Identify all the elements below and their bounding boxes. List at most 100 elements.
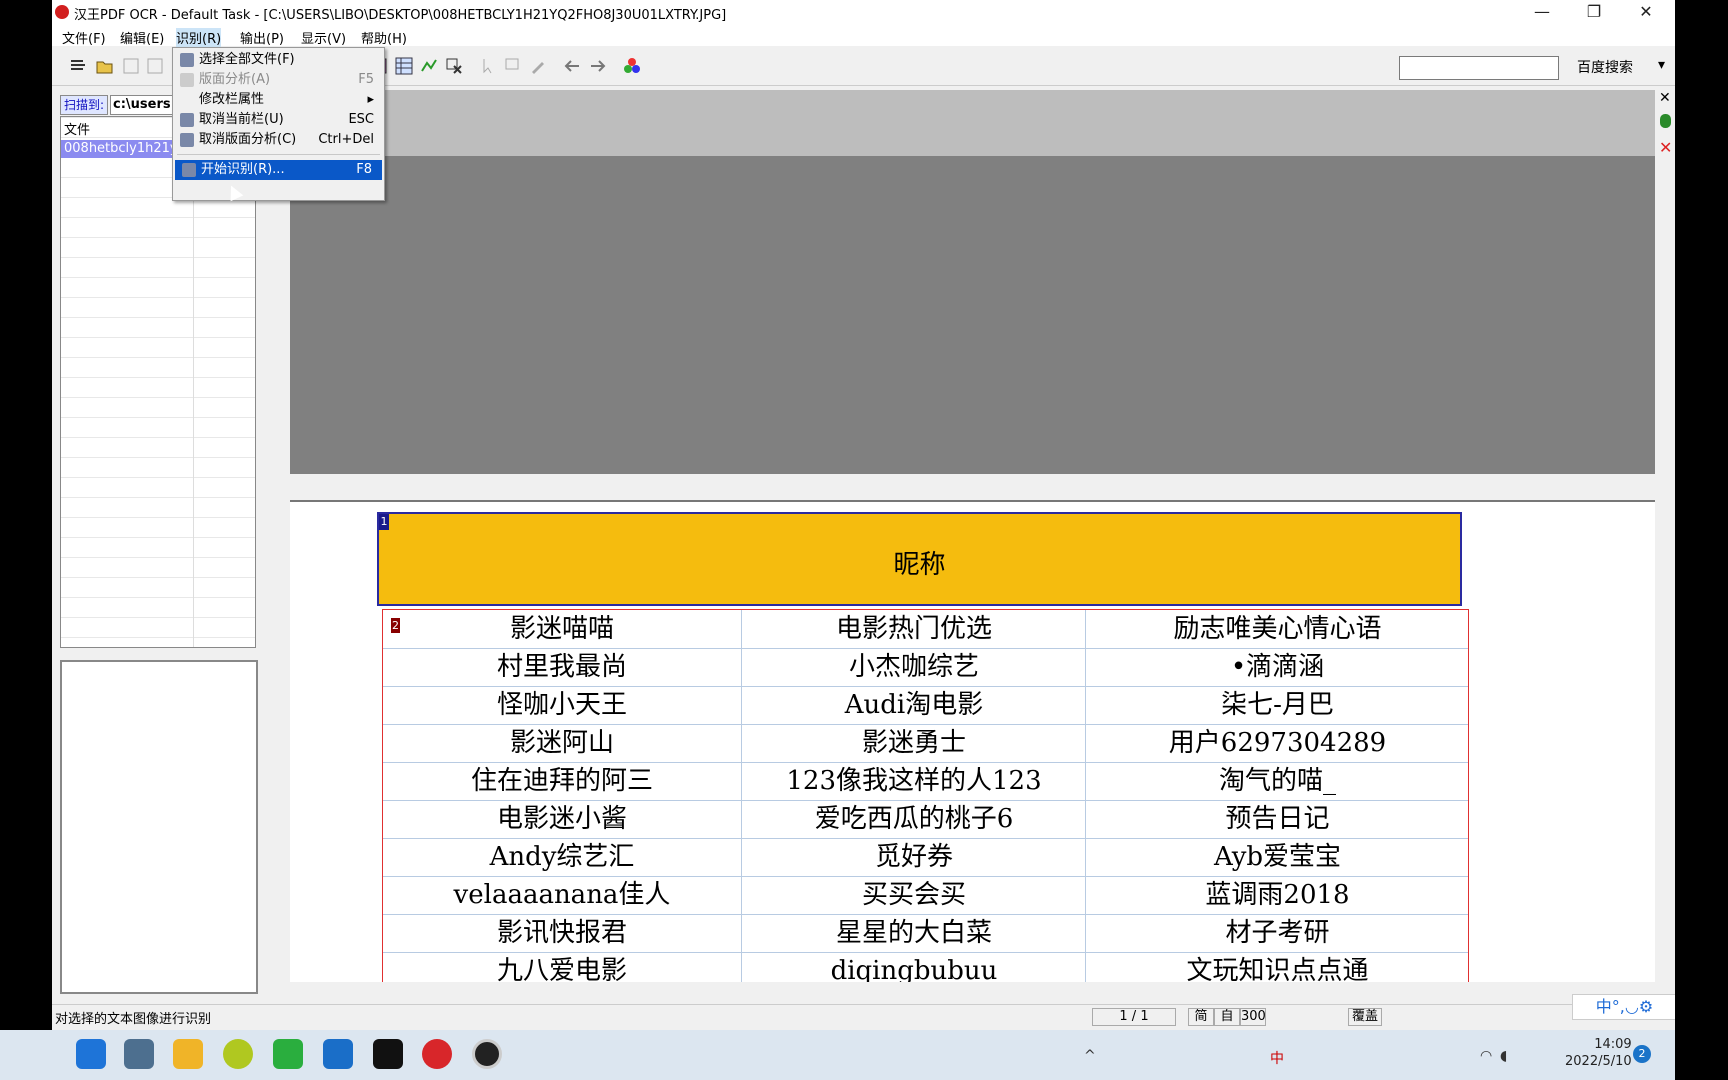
select-all-icon xyxy=(180,53,194,67)
delete-region-icon[interactable] xyxy=(445,57,463,75)
wifi-icon[interactable]: ◠ xyxy=(1480,1048,1492,1064)
table-row: 电影迷小酱 爱吃西瓜的桃子6 预告日记 xyxy=(383,800,1468,839)
table-cell[interactable]: 觅好券 xyxy=(741,838,1086,876)
search-dropdown-arrow[interactable]: ▾ xyxy=(1658,57,1665,73)
menu-output[interactable]: 输出(P) xyxy=(240,28,284,47)
tray-expand-icon[interactable]: ^ xyxy=(1084,1048,1096,1064)
table-cell[interactable]: 星星的大白菜 xyxy=(741,914,1086,952)
scan-icon[interactable] xyxy=(69,57,87,75)
file-explorer-icon[interactable] xyxy=(173,1039,203,1069)
table-cell[interactable]: 材子考研 xyxy=(1085,914,1469,952)
delete-icon[interactable]: ✕ xyxy=(1659,138,1672,157)
region-number-1: 1 xyxy=(379,514,389,530)
menu-item-label: 修改栏属性 xyxy=(199,92,265,107)
capcut-icon[interactable] xyxy=(373,1039,403,1069)
menu-view[interactable]: 显示(V) xyxy=(301,28,346,47)
table-cell[interactable]: 用户6297304289 xyxy=(1085,724,1469,762)
pointer-icon[interactable] xyxy=(479,57,497,75)
menu-help[interactable]: 帮助(H) xyxy=(361,28,407,47)
split-icon[interactable] xyxy=(146,57,164,75)
table-cell[interactable]: 影迷喵喵 xyxy=(383,610,741,648)
table-cell[interactable]: 柒七-月巴 xyxy=(1085,686,1469,724)
menu-separator xyxy=(177,154,380,155)
store-icon[interactable] xyxy=(323,1039,353,1069)
menu-item-2[interactable]: 修改栏属性 ▸ xyxy=(173,90,384,110)
menu-recognize[interactable]: 识别(R) xyxy=(176,28,222,47)
start-icon[interactable] xyxy=(76,1039,106,1069)
menu-item-5[interactable]: 开始识别(R)... F8 xyxy=(175,160,382,180)
table-cell[interactable]: 小杰咖综艺 xyxy=(741,648,1086,686)
menu-item-1[interactable]: 版面分析(A) F5 xyxy=(173,70,384,90)
app-logo-icon xyxy=(55,5,69,19)
image-view-horizontal-scrollbar[interactable] xyxy=(290,474,1655,492)
minimize-button[interactable]: — xyxy=(1519,0,1565,24)
header-region[interactable]: 1 昵称 xyxy=(377,512,1462,606)
table-cell[interactable]: 123像我这样的人123 xyxy=(741,762,1086,800)
restore-button[interactable]: ❐ xyxy=(1571,0,1617,24)
table-cell[interactable]: Andy综艺汇 xyxy=(383,838,741,876)
table-cell[interactable]: 住在迪拜的阿三 xyxy=(383,762,741,800)
menu-edit[interactable]: 编辑(E) xyxy=(120,28,164,47)
table-cell[interactable]: 电影迷小酱 xyxy=(383,800,741,838)
back-arrow-icon[interactable] xyxy=(563,57,581,75)
table-cell[interactable]: velaaaanana佳人 xyxy=(383,876,741,914)
merge-icon[interactable] xyxy=(122,57,140,75)
table-cell[interactable]: 村里我最尚 xyxy=(383,648,741,686)
table-cell[interactable]: Ayb爱莹宝 xyxy=(1085,838,1469,876)
menu-file[interactable]: 文件(F) xyxy=(62,28,106,47)
scan-to-button[interactable]: 扫描到: xyxy=(60,95,108,115)
select-region-icon[interactable] xyxy=(504,57,522,75)
menu-item-shortcut: F5 xyxy=(358,72,374,87)
baidu-search-button[interactable]: 百度搜索 xyxy=(1577,57,1633,77)
menu-item-0[interactable]: 选择全部文件(F) xyxy=(173,50,384,70)
search-input[interactable] xyxy=(1399,56,1559,80)
table-cell[interactable]: 蓝调雨2018 xyxy=(1085,876,1469,914)
table-cell[interactable]: 影迷阿山 xyxy=(383,724,741,762)
color-wheel-icon[interactable] xyxy=(623,57,641,75)
table-row: 住在迪拜的阿三 123像我这样的人123 淘气的喵_ xyxy=(383,762,1468,801)
table-cell[interactable]: 怪咖小天王 xyxy=(383,686,741,724)
open-folder-icon[interactable] xyxy=(96,57,114,75)
table-cell[interactable]: 淘气的喵_ xyxy=(1085,762,1469,800)
image-view-band xyxy=(290,90,1655,156)
menu-item-label: 开始识别(R)... xyxy=(201,162,285,177)
table-cell[interactable]: Audi淘电影 xyxy=(741,686,1086,724)
auto-layout-icon[interactable] xyxy=(420,57,438,75)
system-clock[interactable]: 14:09 2022/5/10 xyxy=(1565,1036,1632,1070)
table-cell[interactable]: 电影热门优选 xyxy=(741,610,1086,648)
table-cell[interactable]: •滴滴涵 xyxy=(1085,648,1469,686)
table-cell[interactable]: 励志唯美心情心语 xyxy=(1085,610,1469,648)
notification-badge[interactable]: 2 xyxy=(1633,1045,1651,1063)
table-cell[interactable]: 买买会买 xyxy=(741,876,1086,914)
table-cell[interactable]: 影迷勇士 xyxy=(741,724,1086,762)
page-indicator: 1 / 1 xyxy=(1092,1008,1176,1026)
table-region-icon[interactable] xyxy=(395,57,413,75)
close-button[interactable]: ✕ xyxy=(1623,0,1669,24)
menu-item-4[interactable]: 取消版面分析(C) Ctrl+Del xyxy=(173,130,384,150)
calculator-icon[interactable] xyxy=(124,1039,154,1069)
pen-icon[interactable] xyxy=(529,57,547,75)
file-list-item[interactable]: 008hetbcly1h21y xyxy=(61,140,184,158)
image-view-vertical-scrollbar[interactable] xyxy=(1655,160,1673,472)
menu-item-3[interactable]: 取消当前栏(U) ESC xyxy=(173,110,384,130)
wechat-icon[interactable] xyxy=(273,1039,303,1069)
file-column-header[interactable]: 文件 xyxy=(64,119,90,138)
document-vertical-scrollbar[interactable] xyxy=(1655,500,1673,981)
table-cell[interactable]: 影讯快报君 xyxy=(383,914,741,952)
browser-icon[interactable] xyxy=(223,1039,253,1069)
table-row: 影迷阿山 影迷勇士 用户6297304289 xyxy=(383,724,1468,763)
forward-arrow-icon[interactable] xyxy=(589,57,607,75)
bookmark-icon[interactable] xyxy=(1660,114,1671,128)
screen-recorder-icon[interactable] xyxy=(472,1039,502,1069)
ime-toolbar[interactable]: 中°,◡⚙ xyxy=(1572,994,1675,1020)
close-panel-icon[interactable]: ✕ xyxy=(1659,90,1671,106)
table-region[interactable]: 2 影迷喵喵 电影热门优选 励志唯美心情心语 村里我最尚 小杰咖综艺 •滴滴涵 怪咖小天王 A… xyxy=(382,609,1469,991)
volume-icon[interactable]: ◖ xyxy=(1500,1048,1507,1064)
table-cell[interactable]: 预告日记 xyxy=(1085,800,1469,838)
cancel-column-icon xyxy=(180,113,194,127)
ime-indicator[interactable]: 中 xyxy=(1270,1048,1284,1068)
header-text: 昵称 xyxy=(893,550,946,580)
table-cell[interactable]: 爱吃西瓜的桃子6 xyxy=(741,800,1086,838)
hanwang-ocr-icon[interactable] xyxy=(422,1039,452,1069)
document-horizontal-scrollbar[interactable] xyxy=(290,982,1655,1000)
